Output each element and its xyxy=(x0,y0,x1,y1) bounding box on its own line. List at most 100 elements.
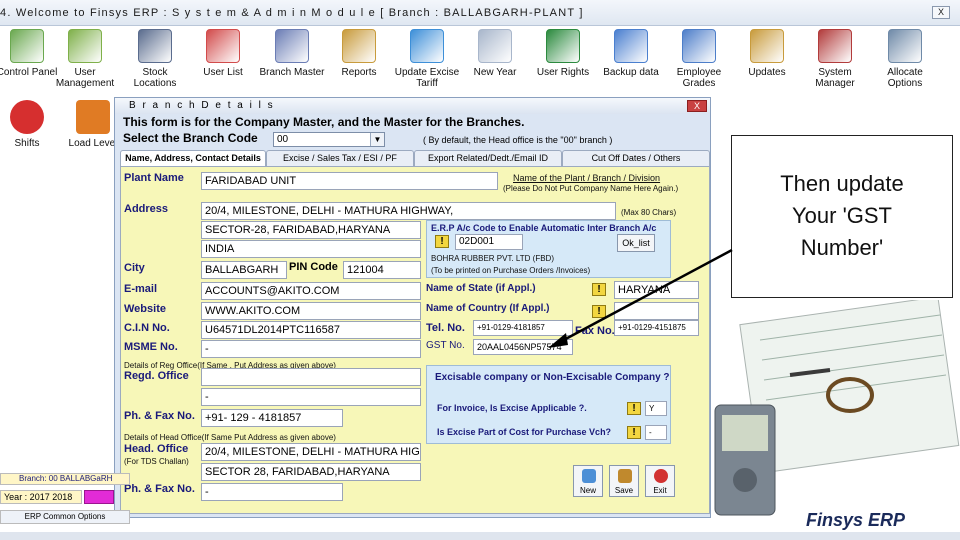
phfax-field[interactable]: +91- 129 - 4181857 xyxy=(201,409,343,427)
toolbar-item-user-list[interactable]: User List xyxy=(188,29,258,97)
address-label: Address xyxy=(124,203,169,215)
toolbar-item-allocate-options[interactable]: Allocate Options xyxy=(870,29,940,97)
side-tool-shifts[interactable]: Shifts xyxy=(0,100,62,168)
status-color-badge xyxy=(84,490,114,504)
employee-grades-icon xyxy=(682,29,716,63)
toolbar-item-label: Stock Locations xyxy=(133,67,177,89)
exit-button[interactable]: Exit xyxy=(645,465,675,497)
common-options-button[interactable]: ERP Common Options xyxy=(0,510,130,524)
cin-field[interactable]: U64571DL2014PTC116587 xyxy=(201,321,421,339)
allocate-options-icon xyxy=(888,29,922,63)
country-alert-icon[interactable]: ! xyxy=(592,305,606,318)
finsys-decorative-illustration-icon xyxy=(714,300,960,516)
toolbar-item-label: Update Excise Tariff xyxy=(394,67,460,89)
website-field[interactable]: WWW.AKITO.COM xyxy=(201,302,421,320)
tel-label: Tel. No. xyxy=(426,322,465,334)
excise-applicable-field[interactable]: Y xyxy=(645,401,667,416)
state-label: Name of State (if Appl.) xyxy=(426,283,536,294)
excise-panel: Excisable company or Non-Excisable Compa… xyxy=(426,365,671,444)
callout-line2: Your 'GST xyxy=(792,203,892,228)
city-field[interactable]: BALLABGARH xyxy=(201,261,287,279)
address-line1-field[interactable]: 20/4, MILESTONE, DELHI - MATHURA HIGHWAY… xyxy=(201,202,616,220)
toolbar-item-update-excise[interactable]: Update Excise Tariff xyxy=(392,29,462,97)
updates-icon xyxy=(750,29,784,63)
toolbar-item-user-rights[interactable]: User Rights xyxy=(528,29,598,97)
toolbar-item-stock-locations[interactable]: Stock Locations xyxy=(120,29,190,97)
tel-field[interactable]: +91-0129-4181857 xyxy=(473,320,573,336)
pin-code-field[interactable]: 121004 xyxy=(343,261,421,279)
erp-code-name: BOHRA RUBBER PVT. LTD (FBD) xyxy=(431,254,554,263)
head-office-label: Head. Office xyxy=(124,443,189,455)
new-button[interactable]: New xyxy=(573,465,603,497)
head-office-hint2: (For TDS Challan) xyxy=(124,457,189,466)
excise-q2-alert-icon[interactable]: ! xyxy=(627,426,641,439)
dialog-tabs: Name, Address, Contact Details Excise / … xyxy=(120,150,710,167)
dialog-title: B r a n c h D e t a i l s xyxy=(129,100,275,111)
regd-office-line1-field[interactable] xyxy=(201,368,421,386)
reports-icon xyxy=(342,29,376,63)
user-list-icon xyxy=(206,29,240,63)
toolbar-item-label: Reports xyxy=(341,67,377,78)
side-tool-label: Shifts xyxy=(14,138,40,149)
brand-footer: Finsys ERP xyxy=(806,510,906,530)
phfax2-field[interactable]: - xyxy=(201,483,343,501)
stock-locations-icon xyxy=(138,29,172,63)
erp-code-label: E.R.P A/c Code to Enable Automatic Inter… xyxy=(431,223,657,233)
gst-number-field[interactable]: 20AAL0456NP57574 xyxy=(473,339,573,355)
window-close-button[interactable]: X xyxy=(932,6,950,19)
country-field[interactable] xyxy=(614,302,699,320)
toolbar-item-label: User List xyxy=(203,67,243,78)
state-alert-icon[interactable]: ! xyxy=(592,283,606,296)
head-office-line1-field[interactable]: 20/4, MILESTONE, DELHI - MATHURA HIGHWAY… xyxy=(201,443,421,461)
address-hint: (Max 80 Chars) xyxy=(621,208,677,217)
dialog-close-button[interactable]: X xyxy=(687,100,707,112)
toolbar-item-user-management[interactable]: User Management xyxy=(50,29,120,97)
address-line3-field[interactable]: INDIA xyxy=(201,240,421,258)
branch-code-label: Select the Branch Code xyxy=(123,131,258,145)
state-field[interactable]: HARYANA xyxy=(614,281,699,299)
toolbar-item-new-year[interactable]: New Year xyxy=(460,29,530,97)
chevron-down-icon[interactable]: ▼ xyxy=(370,133,384,146)
toolbar-item-label: Branch Master xyxy=(259,67,325,78)
info-alert-icon[interactable]: ! xyxy=(435,235,449,248)
toolbar-item-reports[interactable]: Reports xyxy=(324,29,394,97)
system-manager-icon xyxy=(818,29,852,63)
tab-cutoff-dates[interactable]: Cut Off Dates / Others xyxy=(562,150,710,166)
plant-name-field[interactable]: FARIDABAD UNIT xyxy=(201,172,498,190)
toolbar-item-system-manager[interactable]: System Manager xyxy=(800,29,870,97)
main-toolbar: Control Panel User Management Stock Locati… xyxy=(0,27,960,97)
toolbar-item-updates[interactable]: Updates xyxy=(732,29,802,97)
excise-q1-alert-icon[interactable]: ! xyxy=(627,402,641,415)
erp-code-list-button[interactable]: Ok_list xyxy=(617,234,655,252)
toolbar-item-employee-grades[interactable]: Employee Grades xyxy=(664,29,734,97)
erp-code-panel: E.R.P A/c Code to Enable Automatic Inter… xyxy=(426,220,671,278)
load-level-icon xyxy=(76,100,110,134)
excise-question: Excisable company or Non-Excisable Compa… xyxy=(435,372,670,383)
toolbar-item-backup-data[interactable]: Backup data xyxy=(596,29,666,97)
new-button-label: New xyxy=(579,486,596,495)
fax-field[interactable]: +91-0129-4151875 xyxy=(614,320,699,336)
callout-line1: Then update xyxy=(780,171,904,196)
email-field[interactable]: ACCOUNTS@AKITO.COM xyxy=(201,282,421,300)
save-button[interactable]: Save xyxy=(609,465,639,497)
toolbar-item-branch-master[interactable]: Branch Master xyxy=(257,29,327,97)
tab-name-address-contact[interactable]: Name, Address, Contact Details xyxy=(120,150,266,167)
msme-field[interactable]: - xyxy=(201,340,421,358)
status-year: Year : 2017 2018 xyxy=(0,490,82,504)
tab-export-related[interactable]: Export Related/Dedt./Email ID xyxy=(414,150,562,166)
msme-label: MSME No. xyxy=(124,341,178,353)
tab-excise-sales-tax[interactable]: Excise / Sales Tax / ESI / PF xyxy=(266,150,414,166)
phfax-label: Ph. & Fax No. xyxy=(124,410,195,422)
plant-name-hint2: (Please Do Not Put Company Name Here Aga… xyxy=(503,184,679,193)
erp-code-hint: (To be printed on Purchase Orders /Invoi… xyxy=(431,266,591,275)
excise-cost-field[interactable]: - xyxy=(645,425,667,440)
details-panel: Plant Name FARIDABAD UNIT Name of the Pl… xyxy=(120,166,710,514)
toolbar-item-label: New Year xyxy=(473,67,517,78)
erp-code-field[interactable]: 02D001 xyxy=(455,234,523,250)
regd-office-line2-field[interactable]: - xyxy=(201,388,421,406)
branch-code-select[interactable]: 00 ▼ xyxy=(273,132,385,147)
head-office-line2-field[interactable]: SECTOR 28, FARIDABAD,HARYANA xyxy=(201,463,421,481)
branch-code-value: 00 xyxy=(277,134,289,145)
address-line2-field[interactable]: SECTOR-28, FARIDABAD,HARYANA xyxy=(201,221,421,239)
toolbar-item-label: System Manager xyxy=(815,67,855,89)
